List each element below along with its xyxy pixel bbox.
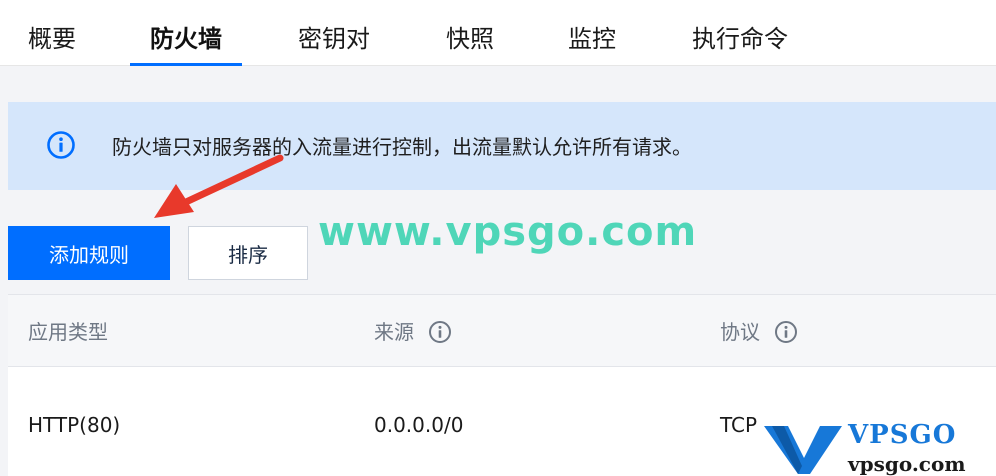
tab-firewall[interactable]: 防火墙 (146, 0, 226, 66)
cell-source: 0.0.0.0/0 (374, 413, 464, 437)
logo-wordmark: VPSGO (848, 420, 957, 450)
tab-bar: 概要 防火墙 密钥对 快照 监控 执行命令 (0, 0, 996, 66)
column-label: 来源 (374, 320, 414, 344)
tab-monitoring[interactable]: 监控 (564, 0, 620, 66)
logo-domain: vpsgo.com (848, 452, 966, 476)
firewall-page: 概要 防火墙 密钥对 快照 监控 执行命令 防火墙只对服务器的入流量进行控制，出… (0, 0, 996, 476)
red-arrow-icon (154, 154, 284, 218)
column-label: 协议 (720, 320, 760, 344)
tab-key-pairs[interactable]: 密钥对 (294, 0, 374, 66)
info-circle-icon[interactable] (428, 320, 452, 344)
column-protocol: 协议 (720, 295, 798, 367)
vpsgo-logo: VPSGO vpsgo.com (762, 418, 996, 476)
add-rule-button[interactable]: 添加规则 (8, 226, 170, 280)
column-app-type: 应用类型 (28, 295, 108, 367)
active-tab-indicator (130, 63, 242, 66)
cell-protocol: TCP (720, 413, 758, 437)
table-header: 应用类型 来源 协议 (8, 295, 996, 367)
tab-execute-command[interactable]: 执行命令 (688, 0, 792, 66)
column-label: 应用类型 (28, 320, 108, 344)
sort-button[interactable]: 排序 (188, 226, 308, 280)
info-circle-icon (47, 131, 75, 159)
v-logo-icon (764, 426, 842, 474)
info-circle-icon[interactable] (774, 320, 798, 344)
watermark-text: www.vpsgo.com (318, 209, 698, 255)
tab-snapshots[interactable]: 快照 (442, 0, 498, 66)
tab-overview[interactable]: 概要 (24, 0, 80, 66)
column-source: 来源 (374, 295, 452, 367)
cell-app-type: HTTP(80) (28, 413, 121, 437)
